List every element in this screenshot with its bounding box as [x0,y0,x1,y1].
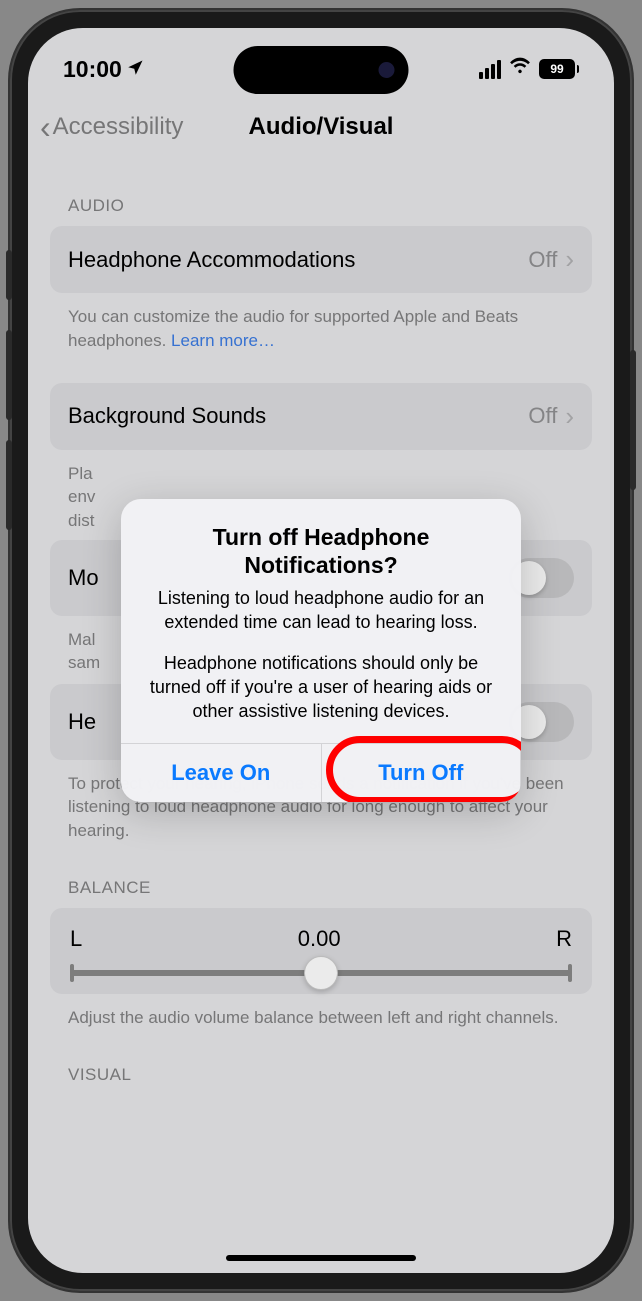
alert-message: Listening to loud headphone audio for an… [141,586,501,635]
alert-message: Headphone notifications should only be t… [141,651,501,724]
phone-frame: 10:00 99 ‹ Accessibility A [10,10,632,1291]
volume-down-button [6,440,12,530]
side-button [6,250,12,300]
alert-backdrop: Turn off Headphone Notifications? Listen… [28,28,614,1273]
dynamic-island [234,46,409,94]
turn-off-button[interactable]: Turn Off [322,744,522,802]
power-button [630,350,636,490]
alert-title: Turn off Headphone Notifications? [141,523,501,581]
screen: 10:00 99 ‹ Accessibility A [28,28,614,1273]
front-camera [379,62,395,78]
leave-on-button[interactable]: Leave On [121,744,322,802]
volume-up-button [6,330,12,420]
home-indicator[interactable] [226,1255,416,1261]
alert-dialog: Turn off Headphone Notifications? Listen… [121,499,521,803]
